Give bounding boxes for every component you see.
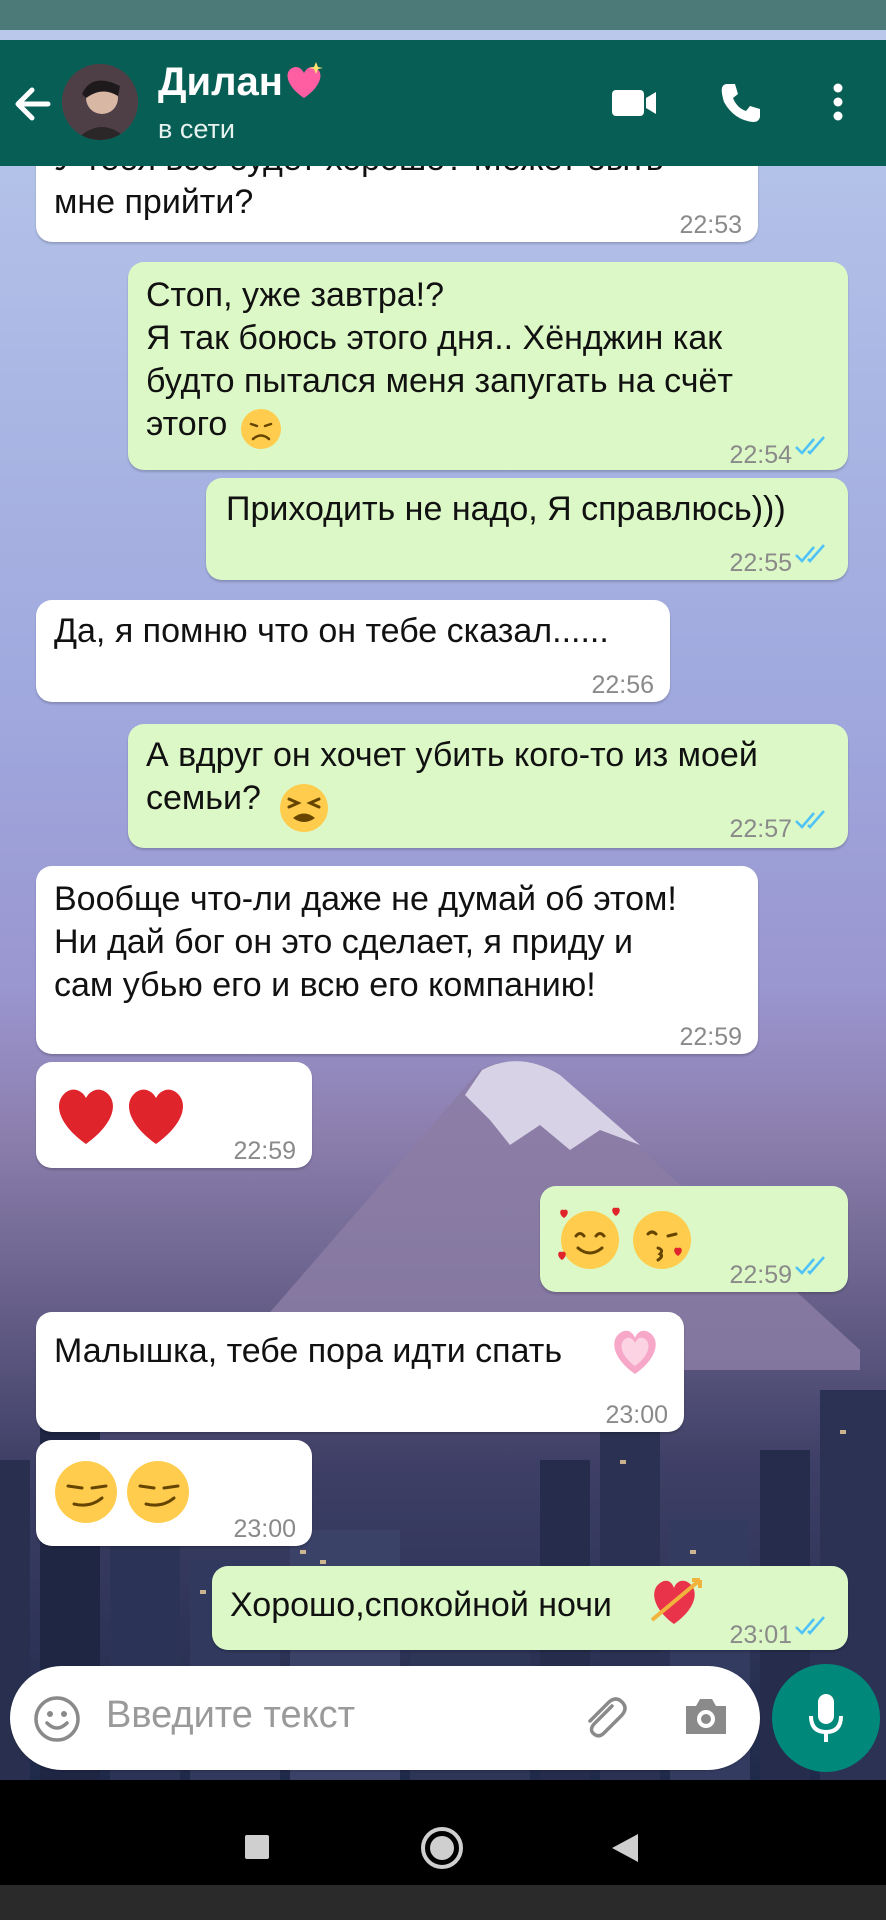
message-time: 23:00 [233, 1515, 296, 1543]
chat-screen: Дилан в сети У тебя всё будет хорошо? Мо… [0, 0, 886, 1920]
home-icon[interactable] [420, 1826, 464, 1870]
message-text: Да, я помню что он тебе сказал...... [54, 612, 609, 650]
read-receipt-icon [795, 810, 825, 829]
message-time: 23:00 [605, 1401, 668, 1429]
mic-button[interactable] [772, 1664, 880, 1772]
emoji-icon[interactable] [32, 1694, 82, 1744]
message-text: Вообще что-ли даже не думай об этом! Ни … [54, 880, 677, 1004]
message-outgoing[interactable]: 22:59 [540, 1186, 848, 1292]
attach-icon[interactable] [578, 1692, 630, 1744]
more-vert-icon[interactable] [830, 80, 846, 124]
message-input[interactable]: Введите текст [106, 1694, 355, 1737]
contact-name[interactable]: Дилан [158, 60, 283, 105]
message-text: Приходить не надо, Я справлюсь))) [226, 490, 786, 528]
message-incoming[interactable]: Малышка, тебе пора идти спать 23:00 [36, 1312, 684, 1432]
contact-status: в сети [158, 114, 235, 144]
message-outgoing[interactable]: А вдруг он хочет убить кого-то из моей с… [128, 724, 848, 848]
message-incoming[interactable]: 22:59 [36, 1062, 312, 1168]
disappointed-face-emoji [241, 409, 281, 449]
message-time: 22:59 [233, 1137, 296, 1165]
phone-call-icon[interactable] [718, 80, 764, 124]
red-heart-emoji [59, 1089, 183, 1144]
heart-with-arrow-emoji [650, 1578, 702, 1624]
back-arrow-icon[interactable] [8, 74, 62, 134]
avatar-photo [62, 64, 138, 140]
message-time: 22:57 [729, 815, 792, 843]
message-time: 23:01 [729, 1621, 792, 1649]
message-time: 22:53 [679, 211, 742, 239]
sparkling-heart-emoji [287, 62, 323, 98]
smiling-face-with-hearts-and-kiss-emoji [558, 1207, 691, 1269]
tired-face-emoji [280, 784, 328, 832]
status-bar [0, 0, 886, 30]
read-receipt-icon [795, 544, 825, 563]
message-time: 22:59 [729, 1261, 792, 1289]
message-time: 22:55 [729, 549, 792, 577]
message-text: Стоп, уже завтра!? Я так боюсь этого дня… [146, 276, 733, 443]
message-time: 22:56 [591, 671, 654, 699]
message-outgoing[interactable]: Стоп, уже завтра!? Я так боюсь этого дня… [128, 262, 848, 470]
message-outgoing[interactable]: Приходить не надо, Я справлюсь))) 22:55 [206, 478, 848, 580]
message-input-bar: Введите текст [10, 1666, 760, 1770]
message-time: 22:54 [729, 441, 792, 469]
avatar[interactable] [62, 64, 138, 140]
message-time: 22:59 [679, 1023, 742, 1051]
camera-icon[interactable] [682, 1694, 730, 1738]
back-icon[interactable] [610, 1832, 640, 1864]
pink-heart-emoji [614, 1330, 656, 1374]
read-receipt-icon [795, 1616, 825, 1635]
smirking-face-emoji [55, 1461, 189, 1523]
read-receipt-icon [795, 1256, 825, 1275]
message-text: А вдруг он хочет убить кого-то из моей с… [146, 736, 758, 817]
message-text: Хорошо,спокойной ночи [230, 1586, 612, 1624]
system-navbar [0, 1780, 886, 1885]
mic-icon [809, 1694, 843, 1742]
message-outgoing[interactable]: Хорошо,спокойной ночи 23:01 [212, 1566, 848, 1650]
message-incoming[interactable]: Да, я помню что он тебе сказал...... 22:… [36, 600, 670, 702]
message-text: Малышка, тебе пора идти спать [54, 1332, 563, 1370]
bottom-strip [0, 1885, 886, 1920]
message-incoming[interactable]: 23:00 [36, 1440, 312, 1546]
message-incoming[interactable]: Вообще что-ли даже не думай об этом! Ни … [36, 866, 758, 1054]
read-receipt-icon [795, 436, 825, 455]
video-call-icon[interactable] [610, 80, 658, 124]
recent-apps-icon[interactable] [244, 1834, 270, 1860]
